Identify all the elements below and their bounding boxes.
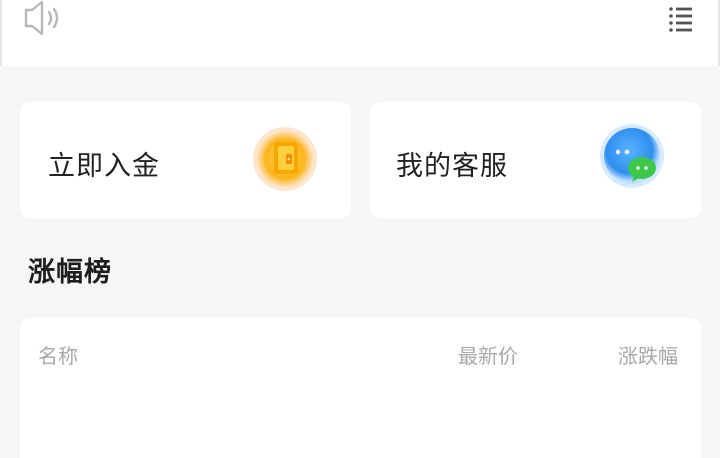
deposit-wallet-icon (253, 127, 317, 191)
gainers-table: 名称 最新价 涨跌幅 (20, 318, 701, 458)
column-header-latest-price[interactable]: 最新价 (458, 340, 518, 369)
gainers-title: 涨幅榜 (28, 257, 112, 288)
deposit-label: 立即入金 (48, 151, 160, 182)
customer-service-label: 我的客服 (396, 151, 508, 182)
deposit-card[interactable]: 立即入金 (20, 102, 351, 218)
customer-service-chat-icon (600, 124, 664, 188)
column-header-name[interactable]: 名称 (38, 340, 78, 369)
menu-list-icon[interactable] (666, 4, 696, 34)
top-bar (0, 0, 720, 66)
column-header-change-percent[interactable]: 涨跌幅 (618, 340, 678, 369)
customer-service-card[interactable]: 我的客服 (370, 102, 701, 218)
speaker-icon[interactable] (22, 0, 68, 36)
